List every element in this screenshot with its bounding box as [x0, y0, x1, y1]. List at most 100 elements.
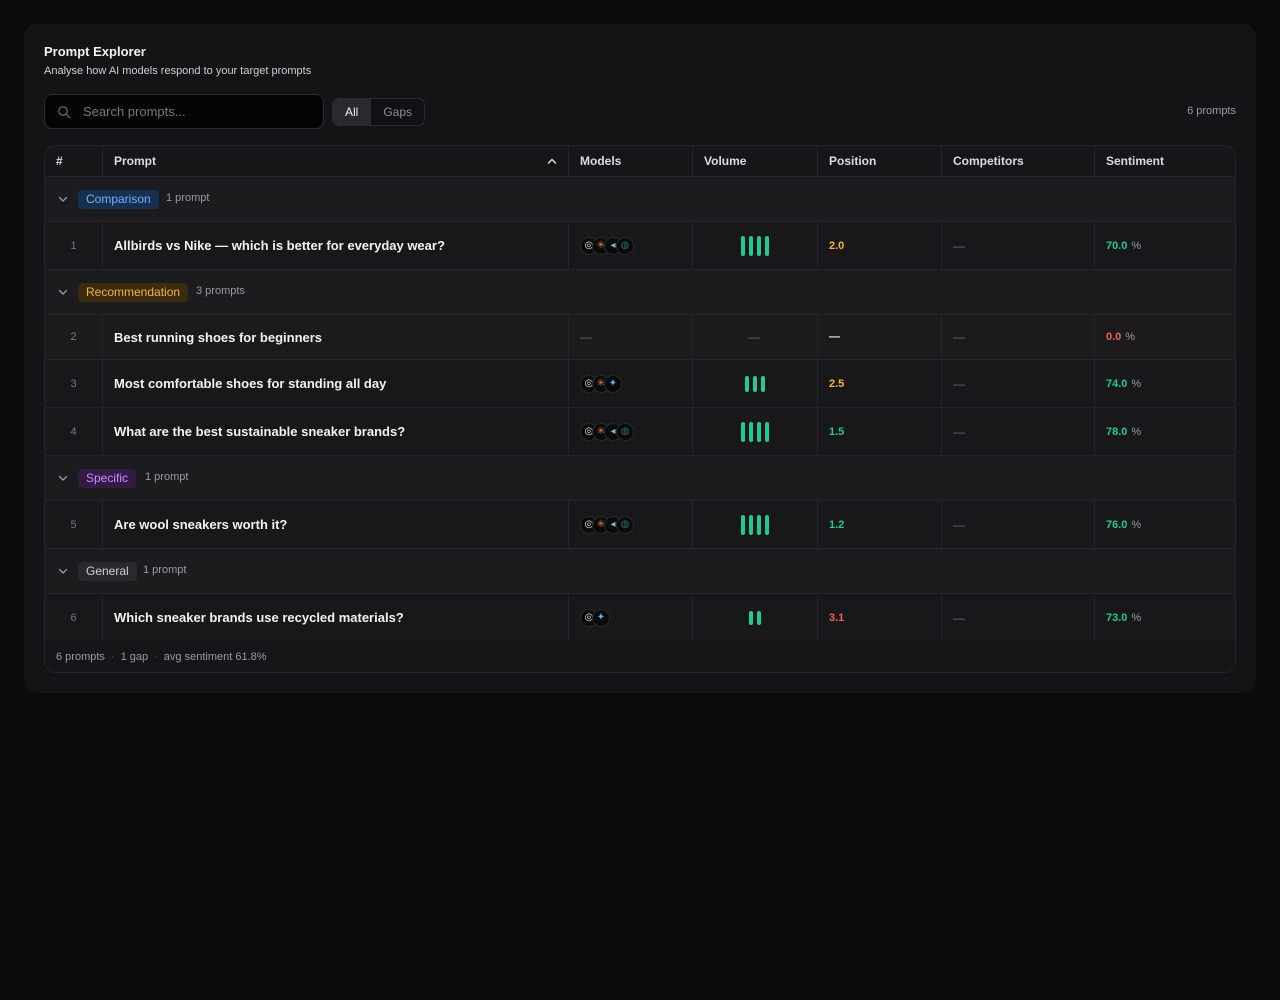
competitors-value: — — [953, 238, 965, 253]
chevron-down-icon[interactable] — [58, 194, 68, 204]
volume-bar — [748, 514, 753, 535]
group-header-general[interactable]: General 1 prompt — [45, 549, 1235, 594]
group-tag: Recommendation — [78, 283, 189, 302]
position-value: 2.0 — [829, 239, 845, 252]
search-icon — [58, 106, 71, 119]
volume-bar — [740, 235, 745, 256]
models-empty: — — [580, 330, 592, 344]
chevron-down-icon[interactable] — [58, 566, 68, 576]
table-row[interactable]: 4 What are the best sustainable sneaker … — [45, 408, 1235, 456]
prompt-text: Which sneaker brands use recycled materi… — [114, 610, 404, 625]
row-number: 2 — [70, 331, 77, 343]
footer-prompt-count: 6 prompts — [56, 650, 105, 663]
percent-unit: % — [1125, 331, 1136, 343]
position-value: 3.1 — [829, 611, 845, 624]
sentiment-value: 0.0% — [1106, 315, 1135, 359]
sentiment-score: 74.0 — [1106, 377, 1128, 390]
column-header-position[interactable]: Position — [829, 146, 876, 177]
filter-toggle: All Gaps — [332, 98, 426, 126]
column-header-competitors[interactable]: Competitors — [953, 146, 1024, 177]
prompt-text: Best running shoes for beginners — [114, 329, 323, 345]
volume-bar — [748, 235, 753, 256]
model-avatars: ◎ ✦ — [580, 594, 610, 641]
sentiment-value: 76.0% — [1106, 501, 1141, 548]
sentiment-value: 70.0% — [1106, 222, 1141, 269]
volume-bar — [756, 610, 761, 625]
competitors-value: — — [953, 517, 965, 532]
row-number: 6 — [70, 611, 77, 624]
volume-bar — [744, 375, 749, 392]
search-box[interactable] — [44, 94, 324, 129]
prompts-table: # Prompt Models Volume Position Competit… — [44, 145, 1236, 673]
gemini-icon: ✦ — [592, 608, 610, 627]
footer-gap-count: 1 gap — [120, 650, 149, 663]
table-header: # Prompt Models Volume Position Competit… — [45, 146, 1235, 177]
table-row[interactable]: 6 Which sneaker brands use recycled mate… — [45, 594, 1235, 642]
page-subtitle: Analyse how AI models respond to your ta… — [44, 65, 312, 77]
prompt-text: Most comfortable shoes for standing all … — [114, 376, 387, 391]
column-header-prompt[interactable]: Prompt — [114, 146, 569, 177]
sentiment-score: 78.0 — [1106, 425, 1128, 438]
volume-bar — [756, 235, 761, 256]
column-header-prompt-label: Prompt — [114, 154, 156, 168]
gemini-icon: ✦ — [604, 374, 622, 393]
volume-bar — [764, 514, 769, 535]
filter-all-button[interactable]: All — [333, 99, 372, 125]
model-avatars: ◎ ✳ ◂ ◍ — [580, 408, 634, 455]
competitors-value: — — [953, 424, 965, 439]
percent-unit: % — [1131, 425, 1142, 438]
volume-bars — [692, 501, 817, 548]
volume-empty: — — [748, 330, 761, 344]
search-input[interactable] — [83, 95, 315, 128]
chevron-down-icon[interactable] — [58, 473, 68, 483]
group-tag: Comparison — [78, 190, 159, 209]
filter-gaps-button[interactable]: Gaps — [371, 99, 424, 125]
volume-bar — [740, 421, 745, 442]
column-header-number[interactable]: # — [56, 146, 63, 177]
prompt-explorer-panel: Prompt Explorer Analyse how AI models re… — [24, 24, 1256, 693]
footer-separator: · — [110, 650, 115, 663]
position-value: 1.5 — [829, 425, 845, 438]
percent-unit: % — [1131, 239, 1142, 252]
row-number: 3 — [70, 377, 77, 390]
prompt-count: 6 prompts — [1187, 105, 1236, 117]
sort-ascending-icon[interactable] — [547, 156, 557, 166]
row-number: 1 — [70, 239, 77, 252]
table-row[interactable]: 2 Best running shoes for beginners — — —… — [45, 315, 1235, 360]
group-count: 3 prompts — [196, 285, 245, 297]
deepseek-icon: ◍ — [616, 515, 634, 534]
table-row[interactable]: 3 Most comfortable shoes for standing al… — [45, 360, 1235, 408]
sentiment-value: 78.0% — [1106, 408, 1141, 455]
group-count: 1 prompt — [145, 471, 189, 483]
competitors-value: — — [953, 610, 965, 625]
group-header-specific[interactable]: Specific 1 prompt — [45, 456, 1235, 501]
competitors-value: — — [953, 376, 965, 391]
group-header-recommendation[interactable]: Recommendation 3 prompts — [45, 270, 1235, 315]
group-count: 1 prompt — [143, 564, 187, 576]
group-count: 1 prompt — [166, 192, 210, 204]
row-number: 5 — [70, 518, 77, 531]
volume-bars — [692, 222, 817, 269]
prompt-text: Allbirds vs Nike — which is better for e… — [114, 238, 445, 253]
row-number: 4 — [70, 425, 77, 438]
position-value: 1.2 — [829, 518, 845, 531]
chevron-down-icon[interactable] — [58, 287, 68, 297]
prompt-text: What are the best sustainable sneaker br… — [114, 424, 406, 439]
prompt-text: Are wool sneakers worth it? — [114, 517, 288, 532]
column-header-models[interactable]: Models — [580, 146, 621, 177]
table-row[interactable]: 5 Are wool sneakers worth it? ◎ ✳ ◂ ◍ 1.… — [45, 501, 1235, 549]
volume-bar — [748, 421, 753, 442]
group-header-comparison[interactable]: Comparison 1 prompt — [45, 177, 1235, 222]
percent-unit: % — [1131, 518, 1142, 531]
model-avatars: ◎ ✳ ◂ ◍ — [580, 501, 634, 548]
deepseek-icon: ◍ — [616, 236, 634, 255]
column-header-sentiment[interactable]: Sentiment — [1106, 146, 1164, 177]
sentiment-score: 73.0 — [1106, 611, 1128, 624]
table-row[interactable]: 1 Allbirds vs Nike — which is better for… — [45, 222, 1235, 270]
volume-bar — [756, 421, 761, 442]
volume-bars — [692, 594, 817, 641]
group-tag: General — [78, 562, 137, 581]
table-footer: 6 prompts · 1 gap · avg sentiment 61.8% — [45, 641, 1235, 672]
column-header-volume[interactable]: Volume — [704, 146, 746, 177]
volume-bar — [740, 514, 745, 535]
